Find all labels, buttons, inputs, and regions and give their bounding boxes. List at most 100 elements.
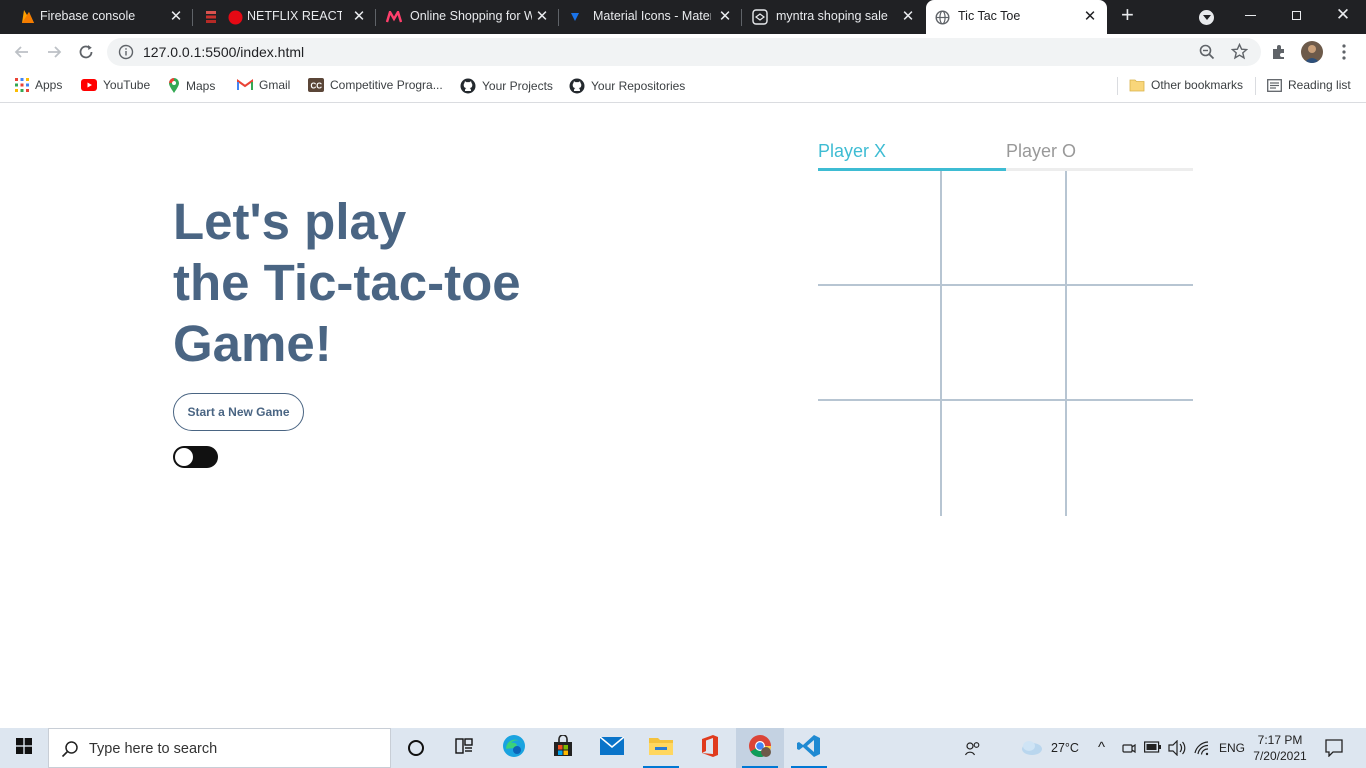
task-view-button[interactable] (440, 728, 488, 768)
office-app[interactable] (686, 728, 734, 768)
tab-firebase-console[interactable]: Firebase console ✕ (0, 0, 192, 34)
bookmark-your-projects[interactable]: Your Projects (460, 78, 553, 94)
bookmark-star-icon[interactable] (1231, 43, 1248, 60)
tab-myntra-sale[interactable]: myntra shoping sale ✕ (742, 0, 924, 34)
store-app[interactable] (539, 728, 587, 768)
tab-online-shopping[interactable]: Online Shopping for W ✕ (376, 0, 558, 34)
input-language[interactable]: ENG (1219, 741, 1245, 755)
tab-title: Tic Tac Toe (958, 9, 1021, 23)
file-explorer-app[interactable] (637, 728, 685, 768)
bookmark-youtube[interactable]: YouTube (81, 78, 150, 92)
search-placeholder: Type here to search (89, 741, 218, 757)
tab-netflix[interactable]: NETFLIX REACT.JS ✕ (193, 0, 375, 34)
heading-line: Let's play (173, 193, 407, 250)
bookmark-competitive[interactable]: CC Competitive Progra... (308, 78, 443, 92)
show-hidden-icons-chevron-icon[interactable]: ^ (1098, 739, 1105, 756)
tab-title: myntra shoping sale (776, 9, 888, 23)
battery-icon[interactable] (1144, 741, 1162, 756)
edge-app[interactable] (490, 728, 538, 768)
other-bookmarks[interactable]: Other bookmarks (1129, 78, 1243, 92)
taskbar-search[interactable]: Type here to search (48, 728, 391, 768)
mail-icon (599, 735, 625, 760)
bookmark-maps[interactable]: Maps (168, 78, 215, 94)
bookmark-label: YouTube (103, 78, 151, 92)
tab-material-icons[interactable]: Material Icons - Mater ✕ (559, 0, 741, 34)
tab-title: Material Icons - Mater (593, 9, 711, 23)
tab-search-button[interactable] (1198, 0, 1216, 34)
forward-arrow-icon[interactable] (44, 42, 64, 62)
volume-icon[interactable] (1168, 739, 1186, 759)
maps-pin-icon (168, 78, 180, 94)
meet-now-icon[interactable] (1121, 740, 1137, 759)
grid-line (818, 399, 1193, 401)
cortana-button[interactable] (392, 728, 440, 768)
board-cell[interactable] (943, 401, 1067, 515)
globe-icon (934, 9, 950, 25)
close-tab-icon[interactable]: ✕ (534, 8, 550, 26)
board-cell[interactable] (943, 171, 1067, 285)
bookmark-gmail[interactable]: Gmail (237, 78, 290, 92)
reading-list-label: Reading list (1288, 78, 1351, 92)
close-tab-icon[interactable]: ✕ (351, 8, 367, 26)
plus-icon: + (1121, 2, 1134, 27)
minimize-button[interactable] (1236, 0, 1266, 34)
start-button[interactable] (0, 728, 48, 768)
wifi-icon[interactable] (1194, 740, 1210, 759)
weather-cloud-icon[interactable] (1020, 739, 1044, 760)
stack-icon (203, 9, 219, 25)
gmail-icon (237, 79, 253, 91)
other-bookmarks-label: Other bookmarks (1151, 78, 1244, 92)
close-tab-icon[interactable]: ✕ (717, 8, 733, 26)
heading-line: Game! (173, 315, 332, 372)
board-cell[interactable] (1068, 171, 1192, 285)
people-icon[interactable] (964, 741, 981, 760)
theme-toggle[interactable] (173, 446, 218, 468)
info-icon[interactable] (118, 44, 134, 60)
extensions-puzzle-icon[interactable] (1271, 44, 1287, 60)
close-window-button[interactable]: ✕ (1330, 0, 1360, 34)
board-cell[interactable] (1068, 401, 1192, 515)
myntra-icon (386, 9, 402, 25)
board-cell[interactable] (818, 286, 942, 400)
grid-line (940, 171, 942, 516)
close-tab-icon[interactable]: ✕ (900, 8, 916, 26)
taskbar-clock[interactable]: 7:17 PM 7/20/2021 (1252, 732, 1308, 764)
chrome-app[interactable] (736, 728, 784, 768)
edge-icon (502, 734, 526, 763)
reload-icon[interactable] (76, 42, 96, 62)
menu-kebab-icon[interactable] (1336, 43, 1352, 61)
board-cell[interactable] (943, 286, 1067, 400)
close-tab-icon[interactable]: ✕ (1082, 8, 1098, 26)
bookmark-label: Apps (35, 78, 63, 92)
board-cell[interactable] (1068, 286, 1192, 400)
reading-list[interactable]: Reading list (1267, 78, 1351, 92)
tab-tic-tac-toe[interactable]: Tic Tac Toe ✕ (926, 0, 1107, 34)
store-bag-icon (552, 733, 574, 762)
mail-app[interactable] (588, 728, 636, 768)
bookmark-your-repositories[interactable]: Your Repositories (569, 78, 685, 94)
profile-avatar[interactable] (1301, 41, 1323, 63)
close-tab-icon[interactable]: ✕ (168, 8, 184, 26)
windows-taskbar: Type here to search 27°C ^ ENG 7:17 PM 7… (0, 728, 1366, 768)
restore-button[interactable] (1282, 0, 1312, 34)
back-arrow-icon[interactable] (12, 42, 32, 62)
board-cell[interactable] (818, 171, 942, 285)
grid-line (818, 284, 1193, 286)
tab-strip: Firebase console ✕ NETFLIX REACT.JS ✕ On… (0, 0, 1366, 34)
bookmark-apps[interactable]: Apps (15, 78, 62, 92)
start-new-game-button[interactable]: Start a New Game (173, 393, 304, 431)
record-icon (227, 9, 243, 25)
new-tab-button[interactable]: + (1116, 0, 1144, 34)
page-title: Let's play the Tic-tac-toe Game! (173, 191, 593, 374)
close-icon: ✕ (1335, 5, 1351, 24)
address-bar[interactable]: 127.0.0.1:5500/index.html (107, 38, 1261, 66)
board-cell[interactable] (818, 401, 942, 515)
bookmark-label: Competitive Progra... (330, 78, 443, 92)
bookmark-label: Your Projects (482, 79, 553, 93)
weather-temperature[interactable]: 27°C (1051, 741, 1079, 755)
notifications-icon[interactable] (1325, 739, 1343, 760)
cortana-icon (408, 740, 424, 756)
folder-icon (1129, 79, 1145, 92)
zoom-icon[interactable] (1199, 44, 1215, 60)
vscode-app[interactable] (785, 728, 833, 768)
